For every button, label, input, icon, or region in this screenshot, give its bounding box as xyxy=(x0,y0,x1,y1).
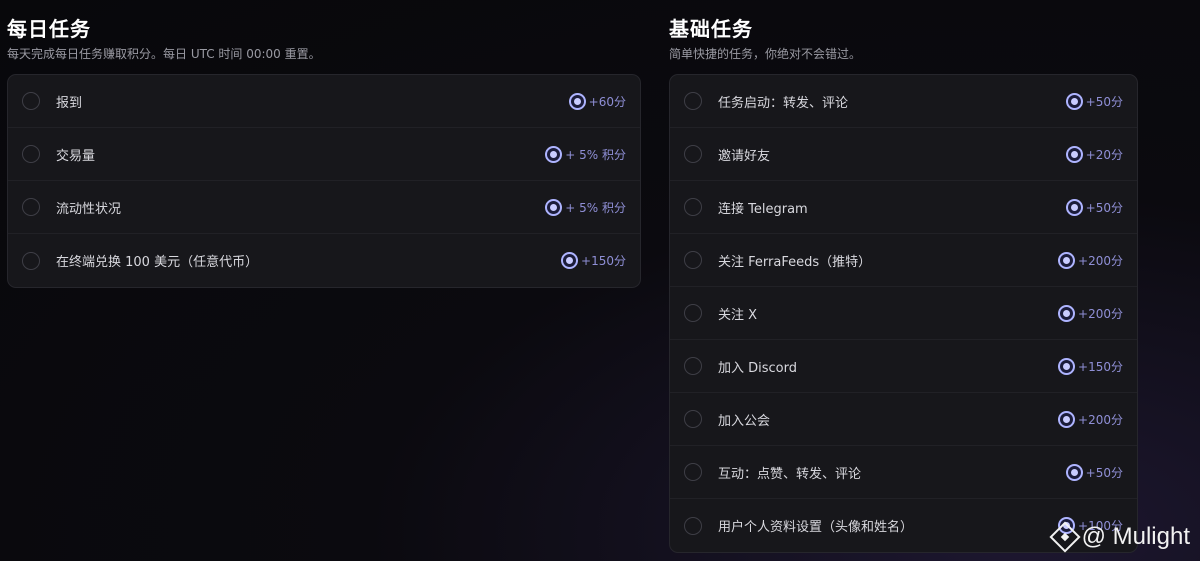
task-points: +200分 xyxy=(1078,306,1123,321)
points-coin-icon xyxy=(545,198,563,216)
basic-tasks-section: 基础任务 简单快捷的任务，你绝对不会错过。 任务启动：转发、评论 +50分 邀请… xyxy=(669,16,1138,553)
points-coin-icon xyxy=(1058,251,1076,269)
task-reward: +200分 xyxy=(1058,304,1123,322)
task-row[interactable]: 交易量 + 5% 积分 xyxy=(8,128,640,181)
task-row[interactable]: 加入 Discord +150分 xyxy=(670,340,1137,393)
points-coin-icon xyxy=(1065,92,1083,110)
task-row[interactable]: 关注 FerraFeeds（推特） +200分 xyxy=(670,234,1137,287)
task-reward: +150分 xyxy=(561,252,626,269)
points-coin-icon xyxy=(561,252,579,269)
task-reward: + 5% 积分 xyxy=(545,198,626,216)
daily-tasks-subtitle: 每天完成每日任务赚取积分。每日 UTC 时间 00:00 重置。 xyxy=(7,47,321,61)
checkbox-circle-icon[interactable] xyxy=(684,410,702,428)
points-coin-icon xyxy=(1065,145,1083,163)
task-points: +50分 xyxy=(1085,200,1123,215)
points-coin-icon xyxy=(1058,357,1076,375)
checkbox-circle-icon[interactable] xyxy=(22,251,40,270)
points-coin-icon xyxy=(1065,463,1083,481)
task-points: +150分 xyxy=(581,254,626,268)
checkbox-circle-icon[interactable] xyxy=(684,304,702,322)
checkbox-circle-icon[interactable] xyxy=(22,92,40,110)
task-points: +200分 xyxy=(1078,412,1123,427)
task-row[interactable]: 邀请好友 +20分 xyxy=(670,128,1137,181)
daily-tasks-section: 每日任务 每天完成每日任务赚取积分。每日 UTC 时间 00:00 重置。 报到… xyxy=(7,16,641,288)
checkbox-circle-icon[interactable] xyxy=(684,198,702,216)
task-label: 流动性状况 xyxy=(56,201,122,217)
basic-tasks-list: 任务启动：转发、评论 +50分 邀请好友 +20分 连接 Telegram +5… xyxy=(669,74,1138,553)
task-reward: +200分 xyxy=(1058,251,1123,269)
task-label: 关注 FerraFeeds（推特） xyxy=(718,254,872,270)
task-reward: +150分 xyxy=(1058,357,1123,375)
checkbox-circle-icon[interactable] xyxy=(22,198,40,216)
task-row[interactable]: 连接 Telegram +50分 xyxy=(670,181,1137,234)
checkbox-circle-icon[interactable] xyxy=(684,463,702,481)
task-reward: +50分 xyxy=(1065,92,1123,110)
watermark-text: @ Mulight xyxy=(1081,523,1190,550)
basic-tasks-title: 基础任务 xyxy=(669,17,753,41)
task-label: 加入公会 xyxy=(718,413,771,429)
task-points: + 5% 积分 xyxy=(565,200,626,215)
checkbox-circle-icon[interactable] xyxy=(684,357,702,375)
basic-tasks-subtitle: 简单快捷的任务，你绝对不会错过。 xyxy=(669,47,862,61)
task-reward: +50分 xyxy=(1065,198,1123,216)
task-label: 在终端兑换 100 美元（任意代币） xyxy=(56,255,259,270)
task-reward: +20分 xyxy=(1065,145,1123,163)
task-row[interactable]: 在终端兑换 100 美元（任意代币） +150分 xyxy=(8,234,640,287)
task-row[interactable]: 互动：点赞、转发、评论 +50分 xyxy=(670,446,1137,499)
daily-tasks-title: 每日任务 xyxy=(7,17,91,41)
task-points: +50分 xyxy=(1085,465,1123,480)
task-points: +200分 xyxy=(1078,253,1123,268)
task-points: +150分 xyxy=(1078,359,1123,374)
task-label: 用户个人资料设置（头像和姓名） xyxy=(718,520,914,535)
checkbox-circle-icon[interactable] xyxy=(22,145,40,163)
binance-square-logo-icon xyxy=(1049,521,1081,553)
points-coin-icon xyxy=(568,92,586,110)
task-reward: +200分 xyxy=(1058,410,1123,428)
checkbox-circle-icon[interactable] xyxy=(684,92,702,110)
task-label: 任务启动：转发、评论 xyxy=(718,95,849,111)
task-label: 报到 xyxy=(56,95,83,111)
daily-tasks-list: 报到 +60分 交易量 + 5% 积分 流动性状况 + 5% 积分 在终端兑换 … xyxy=(7,74,641,288)
checkbox-circle-icon[interactable] xyxy=(684,251,702,269)
watermark: @ Mulight xyxy=(1049,521,1190,553)
task-label: 加入 Discord xyxy=(718,360,797,376)
task-points: +20分 xyxy=(1085,147,1123,162)
points-coin-icon xyxy=(1058,410,1076,428)
points-coin-icon xyxy=(545,145,563,163)
task-label: 交易量 xyxy=(56,148,96,164)
task-points: + 5% 积分 xyxy=(565,147,626,162)
task-points: +60分 xyxy=(588,94,626,109)
checkbox-circle-icon[interactable] xyxy=(684,145,702,163)
points-coin-icon xyxy=(1065,198,1083,216)
task-row[interactable]: 加入公会 +200分 xyxy=(670,393,1137,446)
checkbox-circle-icon[interactable] xyxy=(684,516,702,535)
task-row[interactable]: 关注 X +200分 xyxy=(670,287,1137,340)
task-label: 关注 X xyxy=(718,307,758,323)
task-row[interactable]: 报到 +60分 xyxy=(8,75,640,128)
task-label: 连接 Telegram xyxy=(718,201,808,217)
task-row[interactable]: 任务启动：转发、评论 +50分 xyxy=(670,75,1137,128)
task-points: +50分 xyxy=(1085,94,1123,109)
task-label: 邀请好友 xyxy=(718,148,771,164)
task-reward: + 5% 积分 xyxy=(545,145,626,163)
task-reward: +50分 xyxy=(1065,463,1123,481)
task-label: 互动：点赞、转发、评论 xyxy=(718,466,862,482)
task-row[interactable]: 流动性状况 + 5% 积分 xyxy=(8,181,640,234)
points-coin-icon xyxy=(1058,304,1076,322)
task-reward: +60分 xyxy=(568,92,626,110)
